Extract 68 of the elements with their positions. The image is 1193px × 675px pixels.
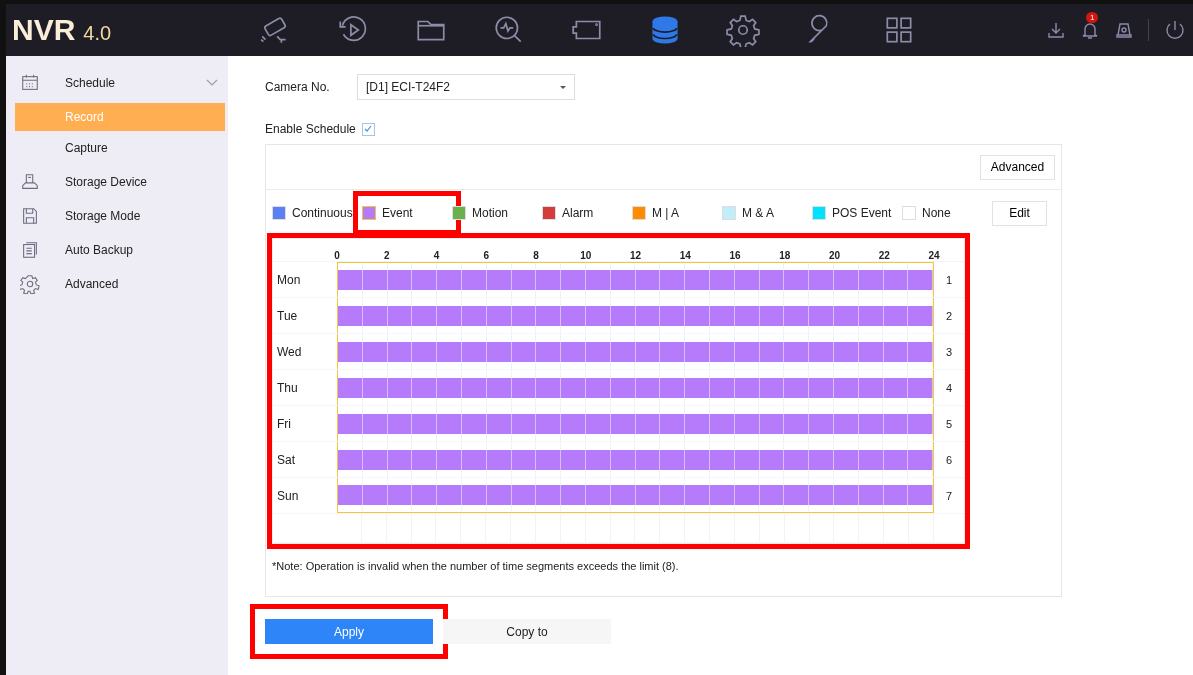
row-number: 6	[945, 453, 953, 466]
row-number: 4	[945, 381, 953, 394]
settings-icon	[20, 274, 40, 294]
power-icon[interactable]	[1163, 18, 1187, 42]
legend-item[interactable]: Event	[362, 200, 452, 226]
schedule-bar[interactable]	[338, 305, 933, 326]
drive-icon	[20, 172, 40, 192]
enable-schedule-checkbox[interactable]	[361, 122, 375, 136]
app-logo: NVR	[12, 13, 76, 47]
hour-label: 16	[729, 250, 741, 261]
hour-label: 6	[483, 250, 490, 261]
hour-label: 18	[779, 250, 791, 261]
notification-badge: 1	[1086, 12, 1099, 23]
row-number: 3	[945, 345, 953, 358]
download-icon[interactable]	[1046, 20, 1066, 40]
note-text: *Note: Operation is invalid when the number of time segments exceeds the limit (8).	[272, 560, 680, 572]
sidebar-item[interactable]: Advanced	[6, 267, 228, 301]
document-icon	[20, 240, 40, 260]
hour-label: 20	[828, 250, 841, 261]
schedule-bar[interactable]	[338, 449, 933, 470]
edit-button[interactable]: Edit	[992, 200, 1047, 226]
alarm-light-icon[interactable]	[1114, 20, 1134, 40]
row-number: 2	[945, 309, 953, 322]
legend-item[interactable]: None	[902, 200, 992, 226]
hour-label: 8	[533, 250, 539, 261]
row-number: 7	[945, 489, 953, 502]
dropdown-caret-icon	[560, 85, 566, 89]
schedule-bar[interactable]	[338, 413, 933, 434]
legend-item[interactable]: M & A	[722, 200, 812, 226]
advanced-button[interactable]: Advanced	[980, 154, 1055, 180]
day-label: Sat	[277, 452, 295, 467]
schedule-bar[interactable]	[338, 377, 933, 398]
app-version: 4.0	[83, 22, 112, 45]
legend-item[interactable]: Continuous	[272, 200, 362, 226]
calendar-icon	[20, 73, 40, 93]
legend-item[interactable]: M | A	[632, 200, 722, 226]
hour-label: 14	[679, 250, 691, 261]
day-label: Mon	[277, 272, 301, 287]
settings-icon[interactable]	[726, 13, 760, 47]
sidebar-subitem[interactable]: Capture	[15, 134, 225, 162]
day-label: Sun	[277, 488, 299, 503]
copy-button[interactable]: Copy to	[443, 619, 611, 644]
hour-label: 12	[629, 250, 642, 261]
hour-label: 10	[580, 250, 592, 261]
day-label: Tue	[277, 308, 298, 323]
apply-button[interactable]: Apply	[265, 619, 433, 644]
sidebar-item[interactable]: Auto Backup	[6, 233, 228, 267]
row-number: 1	[945, 273, 953, 286]
hour-label: 2	[383, 250, 390, 261]
hour-label: 24	[928, 250, 940, 261]
day-label: Thu	[277, 380, 298, 395]
hour-label: 22	[878, 250, 890, 261]
enable-schedule-label: Enable Schedule	[265, 122, 356, 136]
schedule-bar[interactable]	[338, 341, 933, 362]
sidebar-item[interactable]: Storage Device	[6, 165, 228, 199]
day-label: Wed	[277, 344, 302, 359]
day-label: Fri	[277, 416, 291, 431]
bell-icon[interactable]	[1080, 20, 1100, 40]
camera-label: Camera No.	[265, 80, 331, 94]
sidebar-item[interactable]: Schedule	[6, 66, 228, 100]
hour-label: 0	[334, 250, 340, 261]
hour-label: 4	[433, 250, 440, 261]
legend-item[interactable]: Motion	[452, 200, 542, 226]
sidebar-item[interactable]: Storage Mode	[6, 199, 228, 233]
legend-item[interactable]: POS Event	[812, 200, 902, 226]
row-number: 5	[945, 417, 953, 430]
camera-select[interactable]: [D1] ECI-T24F2	[357, 74, 575, 100]
legend-item[interactable]: Alarm	[542, 200, 632, 226]
